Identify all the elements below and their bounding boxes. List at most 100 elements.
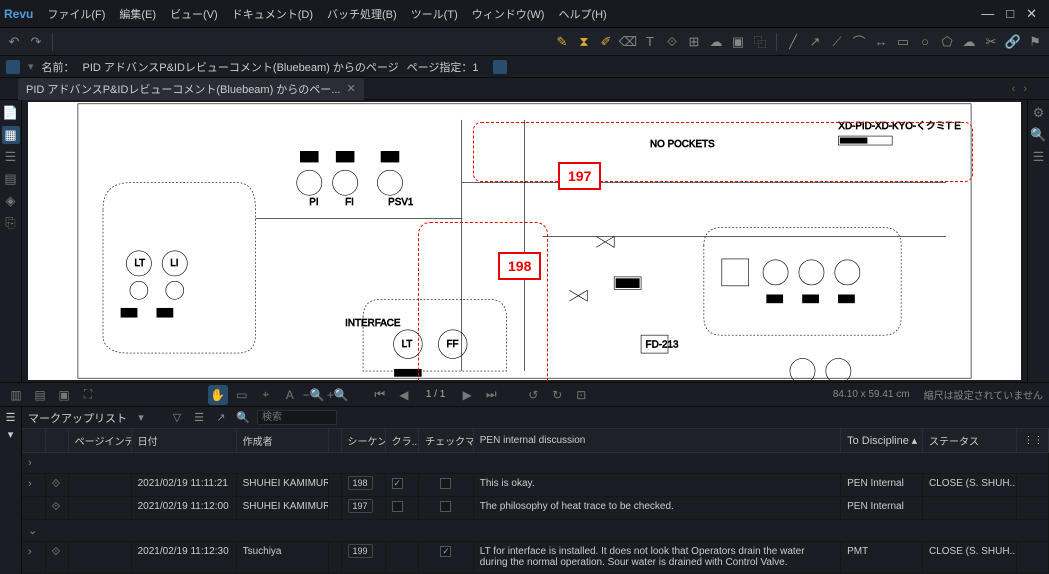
undo-icon[interactable]: ↶ (4, 32, 24, 52)
checkmark-checkbox[interactable] (440, 546, 451, 557)
checkmark-checkbox[interactable] (440, 478, 451, 489)
eraser-icon[interactable]: ⌫ (618, 32, 638, 52)
next-page-icon[interactable]: ▶ (457, 385, 477, 405)
close-icon[interactable]: ✕ (1026, 6, 1037, 22)
rotate-ccw-icon[interactable]: ↺ (523, 385, 543, 405)
rotate-cw-icon[interactable]: ↻ (547, 385, 567, 405)
fullscreen-icon[interactable]: ⛶ (78, 385, 98, 405)
clip-icon[interactable]: ✂ (981, 32, 1001, 52)
table-row[interactable]: ⟐ 2021/02/19 11:12:00 SHUHEI KAMIMURA 19… (22, 497, 1049, 520)
checkmark-checkbox[interactable] (440, 501, 451, 512)
document-tab[interactable]: PID アドバンスP&IDレビューコメント(Bluebeam) からのペー...… (18, 78, 364, 100)
callout-198[interactable]: 198 (498, 252, 541, 280)
chevron-down-icon[interactable]: ▾ (28, 60, 34, 73)
arc-icon[interactable]: ⌒ (849, 32, 869, 52)
ellipse-icon[interactable]: ○ (915, 32, 935, 52)
col-more[interactable]: ⋮⋮ (1017, 429, 1049, 453)
dock-icon[interactable]: ▣ (54, 385, 74, 405)
zoom-out-icon[interactable]: −🔍 (304, 385, 324, 405)
group-row[interactable]: ⌄ (22, 520, 1049, 542)
last-page-icon[interactable]: ⏭ (481, 385, 501, 405)
expand-icon[interactable]: › (28, 546, 36, 558)
callout-197[interactable]: 197 (558, 162, 601, 190)
col-todiscipline[interactable]: To Discipline ▴ (841, 429, 923, 453)
cloud-markup-198[interactable] (418, 222, 548, 382)
table-row[interactable]: › ⟐ 2021/02/19 11:12:30 Tsuchiya 199 LT … (22, 542, 1049, 573)
zoom-rect-icon[interactable]: ⌖ (256, 385, 276, 405)
collapse-icon[interactable]: ⌄ (28, 525, 41, 537)
cloud-shape-icon[interactable]: ☁ (959, 32, 979, 52)
stamp-icon[interactable]: ⊞ (684, 32, 704, 52)
page-icon[interactable] (493, 60, 507, 74)
pen-icon[interactable]: ✎ (552, 32, 572, 52)
search-input[interactable] (257, 410, 337, 425)
link-icon[interactable]: 🔗 (1003, 32, 1023, 52)
text-select-icon[interactable]: A (280, 385, 300, 405)
col-discussion[interactable]: PEN internal discussion (473, 429, 840, 453)
expand-icon[interactable]: › (28, 478, 36, 490)
toolchest-icon[interactable]: ▤ (2, 170, 20, 188)
col-expand[interactable] (22, 429, 45, 453)
cloud-icon[interactable]: ☁ (706, 32, 726, 52)
col-pageindex[interactable]: ページインデッ... (68, 429, 131, 453)
col-date[interactable]: 日付 (131, 429, 236, 453)
image-icon[interactable]: ▣ (728, 32, 748, 52)
search-panel-icon[interactable]: 🔍 (1030, 126, 1048, 144)
file-access-icon[interactable]: 📄 (2, 104, 20, 122)
flag-icon[interactable]: ⚑ (1025, 32, 1045, 52)
split-v-icon[interactable]: ▤ (30, 385, 50, 405)
polyline-icon[interactable]: ⟋ (827, 32, 847, 52)
class-checkbox[interactable] (392, 501, 403, 512)
thumbnails-icon[interactable]: ▦ (2, 126, 20, 144)
col-drag[interactable] (328, 429, 341, 453)
class-checkbox[interactable] (392, 478, 403, 489)
rectangle-icon[interactable]: ▭ (893, 32, 913, 52)
links-icon[interactable]: ⎘ (2, 214, 20, 232)
chevron-down-icon[interactable]: ▾ (133, 410, 149, 426)
menu-batch[interactable]: バッチ処理(B) (321, 2, 403, 26)
col-author[interactable]: 作成者 (236, 429, 328, 453)
tab-nav-left-icon[interactable]: ‹ (1008, 83, 1020, 95)
bookmarks-icon[interactable]: ☰ (2, 148, 20, 166)
col-checkmark[interactable]: チェックマーク (419, 429, 474, 453)
minimize-icon[interactable]: — (981, 6, 994, 22)
menu-edit[interactable]: 編集(E) (113, 2, 162, 26)
arrow-icon[interactable]: ↗ (805, 32, 825, 52)
menu-window[interactable]: ウィンドウ(W) (466, 2, 551, 26)
menu-document[interactable]: ドキュメント(D) (226, 2, 319, 26)
menu-file[interactable]: ファイル(F) (41, 2, 111, 26)
fit-icon[interactable]: ⊡ (571, 385, 591, 405)
split-h-icon[interactable]: ▥ (6, 385, 26, 405)
col-sequence[interactable]: シーケンス (341, 429, 385, 453)
tab-close-icon[interactable]: ✕ (346, 82, 355, 95)
col-type[interactable] (45, 429, 68, 453)
studio-icon[interactable]: ☰ (1030, 148, 1048, 166)
dimension-icon[interactable]: ↔ (871, 32, 891, 52)
select-icon[interactable]: ▭ (232, 385, 252, 405)
text-icon[interactable]: T (640, 32, 660, 52)
export-icon[interactable]: ↗ (213, 410, 229, 426)
marker-icon[interactable]: ✐ (596, 32, 616, 52)
pan-icon[interactable]: ✋ (208, 385, 228, 405)
markups-list-icon[interactable]: ☰ (6, 411, 16, 424)
prev-page-icon[interactable]: ◀ (394, 385, 414, 405)
menu-help[interactable]: ヘルプ(H) (552, 2, 612, 26)
cloud-markup-197[interactable] (473, 122, 973, 182)
panel-collapse-icon[interactable]: ▾ (8, 428, 14, 441)
menu-tool[interactable]: ツール(T) (405, 2, 464, 26)
crop-icon[interactable]: ⿻ (750, 32, 770, 52)
tab-nav-right-icon[interactable]: › (1019, 83, 1031, 95)
highlighter-icon[interactable]: ⧗ (574, 32, 594, 52)
menu-view[interactable]: ビュー(V) (164, 2, 224, 26)
polygon-icon[interactable]: ⬠ (937, 32, 957, 52)
search-icon[interactable]: 🔍 (235, 410, 251, 426)
col-class[interactable]: クラ... (385, 429, 419, 453)
zoom-in-icon[interactable]: +🔍 (328, 385, 348, 405)
filter-icon[interactable]: ▽ (169, 410, 185, 426)
expand-icon[interactable]: › (28, 457, 36, 469)
properties-icon[interactable]: ⚙ (1030, 104, 1048, 122)
redo-icon[interactable]: ↷ (26, 32, 46, 52)
callout-icon[interactable]: ⟐ (662, 32, 682, 52)
table-row[interactable]: › ⟐ 2021/02/19 11:11:21 SHUHEI KAMIMURA … (22, 474, 1049, 497)
line-icon[interactable]: ╱ (783, 32, 803, 52)
